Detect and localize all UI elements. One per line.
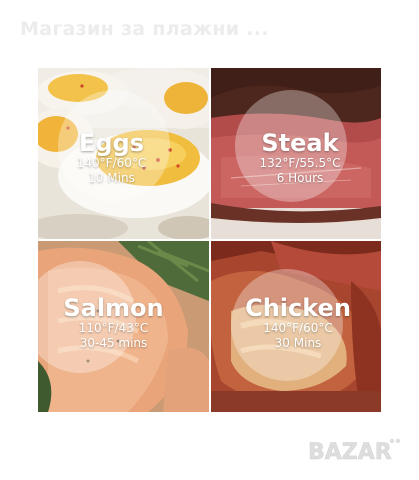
tile-steak: Steak 132°F/55.5°C 6 Hours [211,68,381,239]
steak-time: 6 Hours [276,171,324,185]
salmon-label: Salmon 110°F/43°C 30-45 mins [38,295,199,351]
tile-salmon: Salmon 110°F/43°C 30-45 mins [38,241,209,412]
svg-text:BAZAR: BAZAR [308,440,392,465]
steak-temperature: 132°F/55.5°C [259,156,341,170]
salmon-temperature: 110°F/43°C [78,321,149,335]
eggs-label: Eggs 140°F/60°C 10 Mins [38,130,197,186]
eggs-name: Eggs [78,129,145,157]
tile-chicken: Chicken 140°F/60°C 30 Mins [211,241,381,412]
chicken-time: 30 Mins [274,336,322,350]
tile-eggs: Eggs 140°F/60°C 10 Mins [38,68,209,239]
steak-name: Steak [261,129,339,157]
chicken-temperature: 140°F/60°C [263,321,333,335]
chicken-name: Chicken [245,294,351,322]
steak-label: Steak 132°F/55.5°C 6 Hours [215,130,381,186]
bazar-logo: BAZAR [306,434,412,468]
salmon-name: Salmon [63,294,164,322]
eggs-time: 10 Mins [88,171,135,185]
product-image: Магазин за плажни ... Eggs 140°F/60°C 10… [0,0,419,480]
salmon-time: 30-45 mins [79,336,148,350]
listing-title-watermark: Магазин за плажни ... [20,18,269,40]
chicken-label: Chicken 140°F/60°C 30 Mins [213,295,381,351]
eggs-temperature: 140°F/60°C [76,156,147,170]
